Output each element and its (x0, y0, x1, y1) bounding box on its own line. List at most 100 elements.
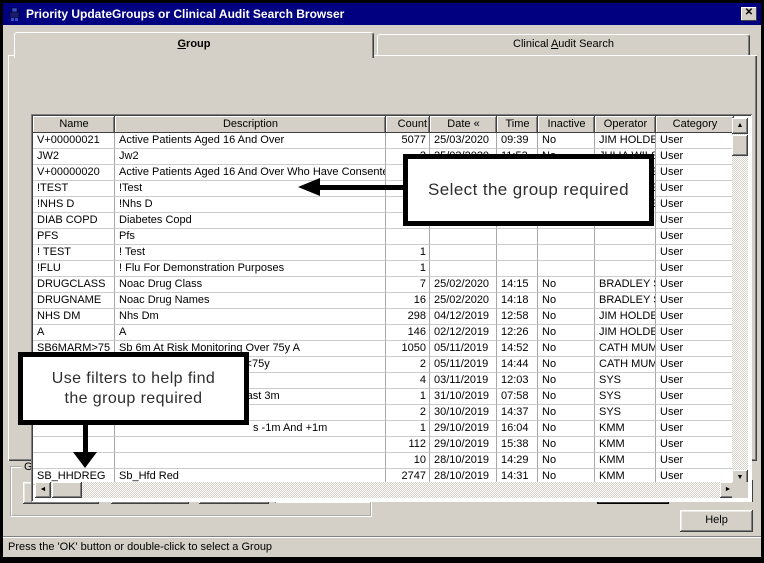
cell-time: 15:38 (497, 437, 538, 453)
cell-inactive: No (538, 453, 595, 469)
cell-count: 7 (386, 277, 430, 293)
vertical-scroll-thumb[interactable] (732, 135, 748, 156)
cell-name: JW2 (33, 149, 115, 165)
cell-operator (595, 245, 656, 261)
scroll-up-icon[interactable]: ▲ (732, 118, 748, 134)
cell-operator: SYS (595, 389, 656, 405)
cell-inactive: No (538, 341, 595, 357)
cell-desc: Nhs Dm (115, 309, 386, 325)
cell-time: 12:03 (497, 373, 538, 389)
cell-count: 1 (386, 245, 430, 261)
table-row[interactable]: !FLU! Flu For Demonstration Purposes1Use… (33, 261, 750, 277)
cell-count (386, 229, 430, 245)
table-row[interactable]: 11229/10/201915:38NoKMMUser (33, 437, 750, 453)
cell-category: User (656, 277, 734, 293)
cell-desc: A (115, 325, 386, 341)
table-row[interactable]: DRUGCLASSNoac Drug Class725/02/202014:15… (33, 277, 750, 293)
cell-name (33, 437, 115, 453)
cell-operator (595, 229, 656, 245)
vertical-scrollbar[interactable]: ▲ ▼ (732, 118, 748, 486)
cell-time: 14:18 (497, 293, 538, 309)
cell-desc: Pfs (115, 229, 386, 245)
close-icon[interactable]: ✕ (741, 7, 757, 21)
column-header-inactive[interactable]: Inactive (538, 116, 595, 133)
cell-desc: Jw2 (115, 149, 386, 165)
cell-time: 14:29 (497, 453, 538, 469)
horizontal-scrollbar[interactable]: ◄ ► (35, 482, 736, 498)
callout-arrow-line-2 (83, 422, 88, 454)
column-header-time[interactable]: Time (497, 116, 538, 133)
table-row[interactable]: AA14602/12/201912:26NoJIM HOLDENUser (33, 325, 750, 341)
cell-category: User (656, 133, 734, 149)
column-header-category[interactable]: Category (656, 116, 734, 133)
cell-inactive (538, 261, 595, 277)
dialog-window: Priority UpdateGroups or Clinical Audit … (0, 0, 764, 563)
cell-operator (595, 261, 656, 277)
cell-desc: Active Patients Aged 16 And Over (115, 133, 386, 149)
cell-category: User (656, 373, 734, 389)
horizontal-scroll-thumb[interactable] (52, 482, 82, 498)
tab-group[interactable]: Group (14, 32, 374, 58)
cell-category: User (656, 309, 734, 325)
cell-operator: CATH MUMF (595, 357, 656, 373)
cell-name: DRUGCLASS (33, 277, 115, 293)
cell-time: 14:52 (497, 341, 538, 357)
cell-operator: JIM HOLDEN (595, 133, 656, 149)
cell-operator: JIM HOLDEN (595, 325, 656, 341)
cell-name: ! TEST (33, 245, 115, 261)
cell-category: User (656, 421, 734, 437)
cell-inactive: No (538, 357, 595, 373)
cell-date: 05/11/2019 (430, 341, 497, 357)
table-row[interactable]: V+00000021Active Patients Aged 16 And Ov… (33, 133, 750, 149)
callout-select-group: Select the group required (403, 154, 654, 226)
cell-date: 29/10/2019 (430, 421, 497, 437)
status-bar: Press the 'OK' button or double-click to… (3, 536, 761, 557)
cell-category: User (656, 405, 734, 421)
cell-date: 29/10/2019 (430, 437, 497, 453)
column-header-date[interactable]: Date « (430, 116, 497, 133)
cell-category: User (656, 181, 734, 197)
cell-inactive: No (538, 421, 595, 437)
table-row[interactable]: PFSPfsUser (33, 229, 750, 245)
cell-category: User (656, 213, 734, 229)
column-header-name[interactable]: Name (33, 116, 115, 133)
table-row[interactable]: DRUGNAMENoac Drug Names1625/02/202014:18… (33, 293, 750, 309)
cell-count: 112 (386, 437, 430, 453)
arrow-down-icon (73, 452, 97, 468)
column-header-operator[interactable]: Operator (595, 116, 656, 133)
cell-date: 03/11/2019 (430, 373, 497, 389)
table-row[interactable]: NHS DMNhs Dm29804/12/201912:58NoJIM HOLD… (33, 309, 750, 325)
cell-inactive: No (538, 325, 595, 341)
cell-operator: SYS (595, 405, 656, 421)
cell-operator: CATH MUMF (595, 341, 656, 357)
cell-name: V+00000020 (33, 165, 115, 181)
cell-category: User (656, 325, 734, 341)
cell-name: DIAB COPD (33, 213, 115, 229)
tab-clinical-audit-search[interactable]: Clinical Audit Search (377, 34, 750, 56)
help-button[interactable]: Help (680, 510, 753, 532)
cell-date: 25/02/2020 (430, 293, 497, 309)
app-icon (7, 7, 22, 22)
status-text: Press the 'OK' button or double-click to… (8, 541, 272, 553)
column-header-desc[interactable]: Description (115, 116, 386, 133)
cell-desc: Noac Drug Class (115, 277, 386, 293)
cell-category: User (656, 261, 734, 277)
scroll-left-icon[interactable]: ◄ (35, 482, 51, 498)
cell-category: User (656, 453, 734, 469)
cell-date (430, 245, 497, 261)
cell-inactive: No (538, 373, 595, 389)
table-row[interactable]: 1028/10/201914:29NoKMMUser (33, 453, 750, 469)
cell-date: 30/10/2019 (430, 405, 497, 421)
cell-operator: SYS (595, 373, 656, 389)
cell-category: User (656, 245, 734, 261)
table-row[interactable]: ! TEST! Test1User (33, 245, 750, 261)
cell-inactive (538, 245, 595, 261)
cell-count: 10 (386, 453, 430, 469)
cell-name: !TEST (33, 181, 115, 197)
cell-time: 09:39 (497, 133, 538, 149)
cell-operator: BRADLEY SI (595, 277, 656, 293)
cell-date: 28/10/2019 (430, 453, 497, 469)
column-header-count[interactable]: Count (386, 116, 430, 133)
cell-date: 05/11/2019 (430, 357, 497, 373)
cell-inactive: No (538, 309, 595, 325)
